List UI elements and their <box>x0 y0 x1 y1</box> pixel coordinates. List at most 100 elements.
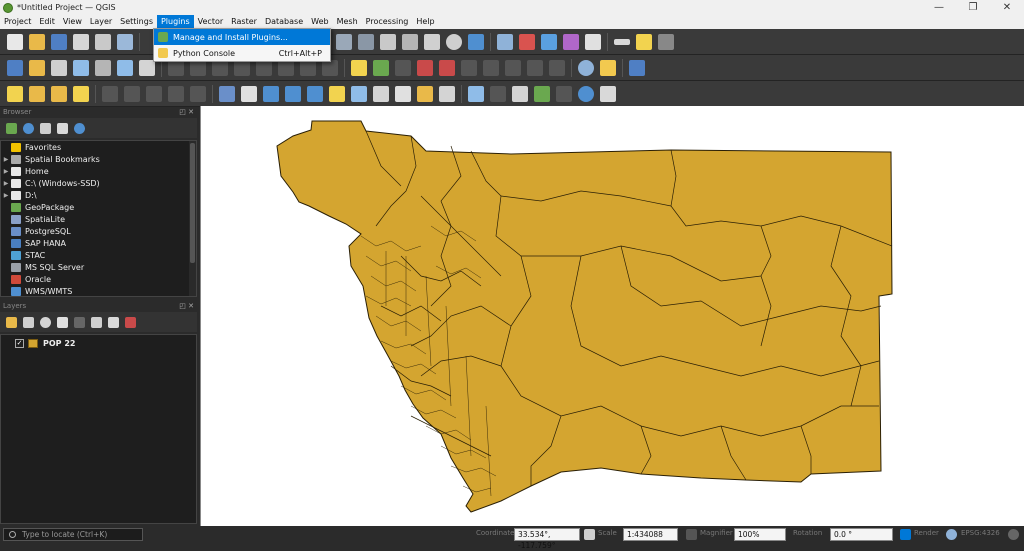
browser-item[interactable]: ▶ Spatial Bookmarks <box>1 153 196 165</box>
coordinate-field[interactable]: 33.534°, -117.759° <box>514 528 580 550</box>
menu-project[interactable]: Project <box>0 15 35 29</box>
menu-settings[interactable]: Settings <box>116 15 157 29</box>
magnifier-field[interactable]: 100% <box>734 528 786 541</box>
add-layer-icon[interactable] <box>29 59 45 76</box>
collapse-all-icon[interactable] <box>57 122 68 134</box>
change-label-icon[interactable] <box>483 59 499 76</box>
expand-arrow-icon[interactable]: ▶ <box>1 156 11 163</box>
label-icon[interactable] <box>351 59 367 76</box>
manage-install-plugins-item[interactable]: Manage and Install Plugins... <box>154 29 330 45</box>
node-tool-icon[interactable] <box>307 85 323 102</box>
history-icon[interactable] <box>168 85 184 102</box>
manage-layers-icon[interactable] <box>7 59 23 76</box>
measure-icon[interactable] <box>614 38 630 45</box>
toggle-editing-icon[interactable] <box>95 59 111 76</box>
panel-float-close-icon[interactable]: ◰ ✕ <box>179 301 194 311</box>
save-edits-icon[interactable] <box>117 59 133 76</box>
gps-icon[interactable] <box>468 85 484 102</box>
map-themes-icon[interactable] <box>40 316 51 328</box>
style-manager-icon[interactable] <box>117 33 133 50</box>
expand-all-icon[interactable] <box>91 316 102 328</box>
wrench-icon[interactable] <box>600 85 616 102</box>
menu-plugins[interactable]: Plugins <box>156 15 194 29</box>
merge-icon[interactable] <box>534 85 550 102</box>
browser-item[interactable]: MS SQL Server <box>1 261 196 273</box>
text-annotation-icon[interactable] <box>219 85 235 102</box>
open-table-icon[interactable] <box>585 33 601 50</box>
menu-edit[interactable]: Edit <box>35 15 59 29</box>
annotation-icon[interactable] <box>658 33 674 50</box>
refresh-icon[interactable] <box>23 122 34 134</box>
browser-item[interactable]: Favorites <box>1 141 196 153</box>
save-project-icon[interactable] <box>51 33 67 50</box>
text-tool-icon[interactable] <box>395 85 411 102</box>
move-label-icon[interactable] <box>439 59 455 76</box>
measure-line-icon[interactable] <box>556 85 572 102</box>
browser-item[interactable]: ▶ Home <box>1 165 196 177</box>
python-console-item[interactable]: Python Console Ctrl+Alt+P <box>154 45 330 61</box>
settings-gear-icon[interactable] <box>541 33 557 50</box>
python-icon[interactable] <box>600 59 616 76</box>
deselect-icon[interactable] <box>51 85 67 102</box>
field-calculator-icon[interactable] <box>102 85 118 102</box>
save-as-icon[interactable] <box>73 33 89 50</box>
print-layout-icon[interactable] <box>95 33 111 50</box>
maximize-button[interactable]: ❐ <box>956 0 990 15</box>
browser-item[interactable]: PostgreSQL <box>1 225 196 237</box>
menu-view[interactable]: View <box>59 15 86 29</box>
menu-database[interactable]: Database <box>261 15 307 29</box>
image-annotation-icon[interactable] <box>417 85 433 102</box>
properties-icon[interactable] <box>74 122 85 134</box>
expand-arrow-icon[interactable]: ▶ <box>1 180 11 187</box>
lock-scale-icon[interactable] <box>686 529 697 540</box>
render-checkbox[interactable] <box>900 529 911 540</box>
browser-item[interactable]: Oracle <box>1 273 196 285</box>
new-project-icon[interactable] <box>7 33 23 50</box>
label-props-icon[interactable] <box>527 59 543 76</box>
menu-help[interactable]: Help <box>412 15 438 29</box>
identify-icon[interactable] <box>497 33 513 50</box>
menu-layer[interactable]: Layer <box>86 15 116 29</box>
filter-expression-icon[interactable] <box>74 316 85 328</box>
menu-processing[interactable]: Processing <box>362 15 413 29</box>
select-expression-icon[interactable] <box>73 85 89 102</box>
open-project-icon[interactable] <box>29 33 45 50</box>
browser-item[interactable]: SAP HANA <box>1 237 196 249</box>
add-selected-layers-icon[interactable] <box>6 122 17 134</box>
remove-layer-icon[interactable] <box>125 316 136 328</box>
add-group-icon[interactable] <box>23 316 34 328</box>
html-annotation-icon[interactable] <box>439 85 455 102</box>
select-item-icon[interactable] <box>285 85 301 102</box>
zoom-last-icon[interactable] <box>424 33 440 50</box>
scrollbar-thumb[interactable] <box>190 143 195 263</box>
move-item-icon[interactable] <box>263 85 279 102</box>
zoom-full-icon[interactable] <box>380 33 396 50</box>
browser-item[interactable]: ▶ C:\ (Windows-SSD) <box>1 177 196 189</box>
map-canvas[interactable] <box>200 106 1024 526</box>
expand-arrow-icon[interactable]: ▶ <box>1 168 11 175</box>
menu-vector[interactable]: Vector <box>194 15 228 29</box>
browser-scrollbar[interactable] <box>189 141 196 296</box>
crs-label[interactable]: EPSG:4326 <box>961 529 1000 537</box>
menu-mesh[interactable]: Mesh <box>333 15 362 29</box>
label-toolbar-icon[interactable] <box>549 59 565 76</box>
processing-toolbox-icon[interactable] <box>124 85 140 102</box>
browser-item[interactable]: SpatiaLite <box>1 213 196 225</box>
menu-web[interactable]: Web <box>307 15 332 29</box>
minimize-button[interactable]: — <box>922 0 956 15</box>
filter-legend-icon[interactable] <box>57 316 68 328</box>
pointer-icon[interactable] <box>241 85 257 102</box>
pin-labels-icon[interactable] <box>395 59 411 76</box>
zoom-out-icon[interactable] <box>358 33 374 50</box>
toggle-extents-icon[interactable] <box>584 529 595 540</box>
refresh-icon[interactable] <box>468 33 484 50</box>
star-annotation-icon[interactable] <box>329 85 345 102</box>
layer-visibility-checkbox[interactable]: ✓ <box>15 338 24 348</box>
zoom-layer-icon[interactable] <box>402 33 418 50</box>
layer-row-pop-22[interactable]: ✓ POP 22 <box>15 337 75 349</box>
style-dock-icon[interactable] <box>6 316 17 328</box>
polygon-annotation-icon[interactable] <box>351 85 367 102</box>
current-edits-icon[interactable] <box>73 59 89 76</box>
help-contents-icon[interactable] <box>629 59 645 76</box>
show-labels-icon[interactable] <box>417 59 433 76</box>
